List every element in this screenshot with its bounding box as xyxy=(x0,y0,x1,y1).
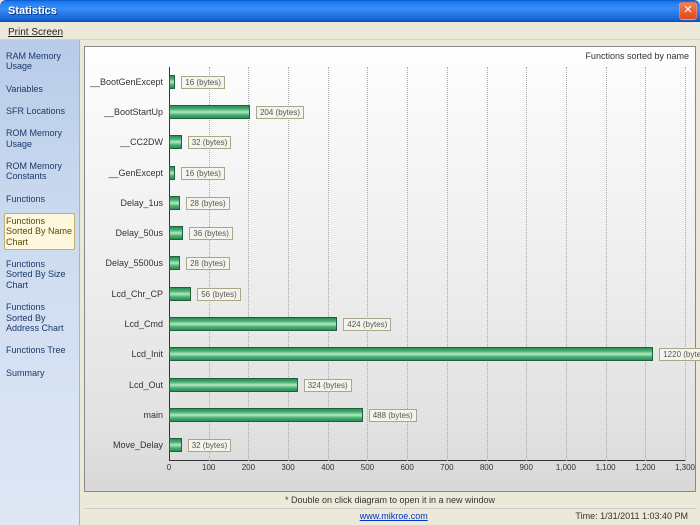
bar-row: Delay_1us28 (bytes) xyxy=(169,196,685,210)
timestamp: Time: 1/31/2011 1:03:40 PM xyxy=(575,511,688,521)
bar-rect[interactable] xyxy=(169,75,175,89)
bar-value-label: 424 (bytes) xyxy=(343,318,391,331)
sidebar: RAM Memory Usage Variables SFR Locations RO… xyxy=(0,40,80,525)
x-tick-label: 1,200 xyxy=(635,463,655,472)
bar-category-label: Move_Delay xyxy=(113,440,163,450)
footer-bar: www.mikroe.com Time: 1/31/2011 1:03:40 P… xyxy=(84,508,696,523)
bar-value-label: 16 (bytes) xyxy=(181,76,225,89)
x-tick-label: 800 xyxy=(480,463,493,472)
bar-value-label: 32 (bytes) xyxy=(188,136,232,149)
bar-category-label: __BootStartUp xyxy=(104,107,163,117)
x-tick-label: 400 xyxy=(321,463,334,472)
bar-rect[interactable] xyxy=(169,135,182,149)
bar-rect[interactable] xyxy=(169,226,183,240)
bar-category-label: Delay_5500us xyxy=(105,258,163,268)
window-title: Statistics xyxy=(8,5,57,17)
chart-hint: * Double on click diagram to open it in … xyxy=(84,492,696,508)
sidebar-item-summary[interactable]: Summary xyxy=(4,365,75,381)
print-screen-menu[interactable]: Print Screen xyxy=(4,25,67,40)
bar-rect[interactable] xyxy=(169,378,298,392)
bar-value-label: 488 (bytes) xyxy=(369,409,417,422)
bar-row: __BootGenExcept16 (bytes) xyxy=(169,75,685,89)
sidebar-item-rom-memory-constants[interactable]: ROM Memory Constants xyxy=(4,158,75,185)
bar-value-label: 204 (bytes) xyxy=(256,106,304,119)
bar-value-label: 36 (bytes) xyxy=(189,227,233,240)
sidebar-item-fn-sorted-size[interactable]: Functions Sorted By Size Chart xyxy=(4,256,75,293)
bar-row: Move_Delay32 (bytes) xyxy=(169,438,685,452)
bar-rect[interactable] xyxy=(169,438,182,452)
bar-rect[interactable] xyxy=(169,256,180,270)
bar-value-label: 32 (bytes) xyxy=(188,439,232,452)
mikroe-link[interactable]: www.mikroe.com xyxy=(360,511,428,521)
bar-category-label: __GenExcept xyxy=(108,168,163,178)
bar-value-label: 16 (bytes) xyxy=(181,167,225,180)
x-tick-label: 200 xyxy=(242,463,255,472)
bar-category-label: Lcd_Init xyxy=(131,349,163,359)
sidebar-item-variables[interactable]: Variables xyxy=(4,81,75,97)
sidebar-item-fn-tree[interactable]: Functions Tree xyxy=(4,342,75,358)
bar-category-label: Delay_1us xyxy=(120,198,163,208)
bar-category-label: Lcd_Chr_CP xyxy=(111,289,163,299)
chart-title: Functions sorted by name xyxy=(585,51,689,61)
bar-category-label: Delay_50us xyxy=(115,228,163,238)
title-bar: Statistics ✕ xyxy=(0,0,700,22)
x-tick-label: 500 xyxy=(361,463,374,472)
x-tick-label: 1,000 xyxy=(556,463,576,472)
bar-row: __BootStartUp204 (bytes) xyxy=(169,105,685,119)
sidebar-item-functions[interactable]: Functions xyxy=(4,191,75,207)
x-tick-label: 1,100 xyxy=(596,463,616,472)
bar-rect[interactable] xyxy=(169,408,363,422)
bar-rect[interactable] xyxy=(169,196,180,210)
bar-category-label: Lcd_Cmd xyxy=(124,319,163,329)
bar-value-label: 56 (bytes) xyxy=(197,288,241,301)
bar-rect[interactable] xyxy=(169,347,653,361)
bar-row: Lcd_Chr_CP56 (bytes) xyxy=(169,287,685,301)
x-axis xyxy=(169,460,685,461)
bar-row: Delay_50us36 (bytes) xyxy=(169,226,685,240)
bar-rect[interactable] xyxy=(169,287,191,301)
gridline xyxy=(685,67,686,461)
bar-value-label: 1220 (bytes) xyxy=(659,348,700,361)
sidebar-item-rom-memory-usage[interactable]: ROM Memory Usage xyxy=(4,125,75,152)
bar-row: Lcd_Cmd424 (bytes) xyxy=(169,317,685,331)
x-tick-label: 700 xyxy=(440,463,453,472)
sidebar-item-fn-sorted-addr[interactable]: Functions Sorted By Address Chart xyxy=(4,299,75,336)
bar-category-label: main xyxy=(143,410,163,420)
bar-value-label: 28 (bytes) xyxy=(186,197,230,210)
bar-rect[interactable] xyxy=(169,166,175,180)
bar-row: __CC2DW32 (bytes) xyxy=(169,135,685,149)
x-tick-label: 100 xyxy=(202,463,215,472)
chart-area[interactable]: Functions sorted by name 010020030040050… xyxy=(84,46,696,492)
bar-row: __GenExcept16 (bytes) xyxy=(169,166,685,180)
sidebar-item-ram-memory-usage[interactable]: RAM Memory Usage xyxy=(4,48,75,75)
main-panel: Functions sorted by name 010020030040050… xyxy=(80,40,700,525)
x-tick-label: 1,300 xyxy=(675,463,695,472)
window-body: RAM Memory Usage Variables SFR Locations RO… xyxy=(0,40,700,525)
bar-row: main488 (bytes) xyxy=(169,408,685,422)
sidebar-item-fn-sorted-name[interactable]: Functions Sorted By Name Chart xyxy=(4,213,75,250)
close-button[interactable]: ✕ xyxy=(679,2,697,20)
bar-value-label: 28 (bytes) xyxy=(186,257,230,270)
bar-row: Lcd_Init1220 (bytes) xyxy=(169,347,685,361)
bar-rect[interactable] xyxy=(169,317,337,331)
x-tick-label: 600 xyxy=(400,463,413,472)
bar-row: Delay_5500us28 (bytes) xyxy=(169,256,685,270)
x-tick-label: 900 xyxy=(520,463,533,472)
chart-plot: 01002003004005006007008009001,0001,1001,… xyxy=(169,67,685,461)
bar-category-label: __CC2DW xyxy=(120,137,163,147)
bar-rect[interactable] xyxy=(169,105,250,119)
bar-category-label: Lcd_Out xyxy=(129,380,163,390)
bar-row: Lcd_Out324 (bytes) xyxy=(169,378,685,392)
menu-bar: Print Screen xyxy=(0,22,700,40)
x-tick-label: 300 xyxy=(281,463,294,472)
x-tick-label: 0 xyxy=(167,463,171,472)
bar-category-label: __BootGenExcept xyxy=(90,77,163,87)
sidebar-item-sfr-locations[interactable]: SFR Locations xyxy=(4,103,75,119)
statistics-window: Statistics ✕ Print Screen RAM Memory Usa… xyxy=(0,0,700,525)
bar-value-label: 324 (bytes) xyxy=(304,379,352,392)
